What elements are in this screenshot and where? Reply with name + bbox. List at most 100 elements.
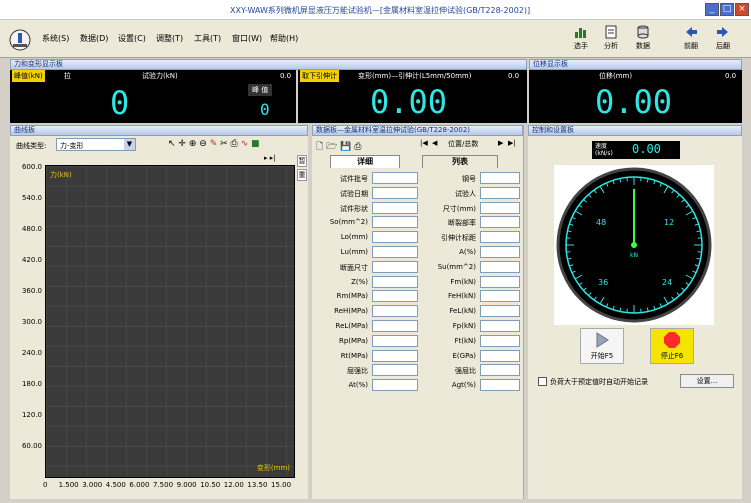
- menu-data[interactable]: 数据(D): [80, 33, 108, 44]
- menu-adjust[interactable]: 调整(T): [156, 33, 183, 44]
- toolbar-prev-button[interactable]: 前翻: [678, 25, 704, 55]
- force-dial: 48 12 36 24 kN: [554, 165, 714, 325]
- zoom-in-icon[interactable]: ⊕: [189, 139, 197, 149]
- start-button[interactable]: 开始F5: [580, 328, 624, 364]
- menu-window[interactable]: 窗口(W): [232, 33, 262, 44]
- chart-icon: [575, 28, 586, 38]
- new-file-icon[interactable]: 🗋: [316, 142, 323, 152]
- palette-icon[interactable]: ■: [251, 139, 260, 149]
- field-input-right[interactable]: [480, 334, 520, 347]
- toolbar-next-button[interactable]: 后翻: [710, 25, 736, 55]
- side-tab-pause[interactable]: 暂: [297, 155, 307, 167]
- field-input-left[interactable]: [372, 260, 418, 273]
- field-input-right[interactable]: [480, 305, 520, 318]
- field-input-right[interactable]: [480, 364, 520, 377]
- field-input-left[interactable]: [372, 201, 418, 214]
- field-input-right[interactable]: [480, 320, 520, 332]
- field-input-left[interactable]: [372, 379, 418, 392]
- toolbar-data-label: 数据: [636, 42, 650, 50]
- x-tick-label: 0: [43, 481, 48, 489]
- pointer-icon[interactable]: ↖: [168, 139, 176, 149]
- print-icon[interactable]: ⎙: [354, 142, 361, 152]
- field-input-right[interactable]: [480, 231, 520, 244]
- menu-settings[interactable]: 设置(C): [118, 33, 146, 44]
- stop-button[interactable]: 停止F6: [650, 328, 694, 364]
- toolbar-select-button[interactable]: 选手: [568, 25, 594, 55]
- app-icon[interactable]: [8, 28, 32, 52]
- side-tab-reset[interactable]: 重: [297, 169, 307, 181]
- open-folder-icon[interactable]: 🗁: [326, 142, 337, 152]
- field-input-left[interactable]: [372, 290, 418, 303]
- field-input-left[interactable]: [372, 186, 418, 199]
- print-icon[interactable]: ⎙: [231, 139, 238, 149]
- field-input-right[interactable]: [480, 260, 520, 273]
- speed-label: 速度 (kN/s): [595, 143, 613, 157]
- field-input-left[interactable]: [372, 364, 418, 377]
- field-input-right[interactable]: [480, 290, 520, 303]
- curve-nav-icons[interactable]: ▸ ▸|: [264, 154, 294, 164]
- field-input-right[interactable]: [480, 186, 520, 199]
- field-label-right: 引伸计标距: [441, 234, 476, 243]
- data-panel-title: 数据板—金属材料室温拉伸试验(GB/T228-2002): [312, 125, 523, 136]
- field-input-right[interactable]: [480, 216, 520, 229]
- field-input-right[interactable]: [480, 379, 520, 392]
- field-input-right[interactable]: [480, 201, 520, 214]
- field-input-right[interactable]: [480, 172, 520, 184]
- zoom-out-icon[interactable]: ⊖: [199, 139, 207, 149]
- tab-list[interactable]: 列表: [422, 155, 498, 168]
- displacement-label: 位移(mm): [599, 72, 633, 80]
- field-input-left[interactable]: [372, 305, 418, 318]
- pen-icon[interactable]: ✎: [210, 139, 218, 149]
- chevron-down-icon: ▼: [124, 139, 135, 150]
- auto-record-checkbox[interactable]: [538, 377, 547, 386]
- field-input-right[interactable]: [480, 349, 520, 362]
- y-tick-label: 300.0: [21, 318, 42, 326]
- reset-label[interactable]: 拉: [64, 70, 71, 82]
- dial-gauge: 48 12 36 24 kN: [554, 165, 714, 325]
- next-record-icon[interactable]: ▶: [498, 139, 503, 147]
- field-input-left[interactable]: [372, 231, 418, 244]
- settings-button[interactable]: 设置...: [680, 374, 734, 388]
- menu-tools[interactable]: 工具(T): [194, 33, 221, 44]
- field-label-right: FeL(kN): [449, 307, 476, 316]
- field-label-right: A(%): [459, 248, 476, 256]
- field-input-right[interactable]: [480, 275, 520, 288]
- field-label-right: 钢号: [462, 175, 476, 183]
- save-icon[interactable]: 💾: [340, 142, 351, 152]
- field-input-left[interactable]: [372, 275, 418, 288]
- force-value: 0: [110, 84, 130, 122]
- curve-icon[interactable]: ∿: [241, 139, 249, 149]
- crosshair-icon[interactable]: ✛: [178, 139, 186, 149]
- curve-plot-area[interactable]: 力(kN) 变形(mm): [45, 165, 295, 478]
- field-input-left[interactable]: [372, 216, 418, 229]
- peak-small-label: 峰 值: [248, 84, 273, 96]
- extensometer-remove-tab[interactable]: 取下引伸计: [300, 70, 339, 82]
- field-input-left[interactable]: [372, 320, 418, 332]
- first-record-icon[interactable]: |◀: [420, 139, 428, 147]
- menu-system[interactable]: 系统(S): [42, 33, 69, 44]
- field-input-right[interactable]: [480, 246, 520, 258]
- scissors-icon[interactable]: ✂: [220, 139, 228, 149]
- force-display: 峰值(kN) 拉 试验力(kN) 0.0 0 峰 值 0: [10, 70, 296, 123]
- field-input-left[interactable]: [372, 172, 418, 184]
- curve-type-select[interactable]: 力-变形 ▼: [56, 138, 136, 151]
- prev-record-icon[interactable]: ◀: [432, 139, 437, 147]
- x-tick-label: 3.000: [82, 481, 103, 489]
- field-input-left[interactable]: [372, 349, 418, 362]
- peak-mode-label[interactable]: 峰值(kN): [12, 70, 45, 82]
- minimize-button[interactable]: _: [705, 3, 719, 16]
- field-input-left[interactable]: [372, 334, 418, 347]
- close-button[interactable]: ×: [735, 3, 749, 16]
- toolbar-analysis-button[interactable]: 分析: [598, 25, 624, 55]
- field-input-left[interactable]: [372, 246, 418, 258]
- toolbar-data-button[interactable]: 数据: [630, 25, 656, 55]
- last-record-icon[interactable]: ▶|: [508, 139, 516, 147]
- y-tick-label: 180.0: [21, 380, 42, 388]
- tab-detail[interactable]: 详细: [330, 155, 400, 168]
- stop-button-label: 停止F6: [660, 352, 684, 360]
- dial-unit-label: kN: [630, 252, 638, 259]
- maximize-button[interactable]: □: [720, 3, 734, 16]
- peak-value: 0: [260, 100, 270, 119]
- arrow-left-icon: [686, 27, 697, 37]
- menu-help[interactable]: 帮助(H): [270, 33, 298, 44]
